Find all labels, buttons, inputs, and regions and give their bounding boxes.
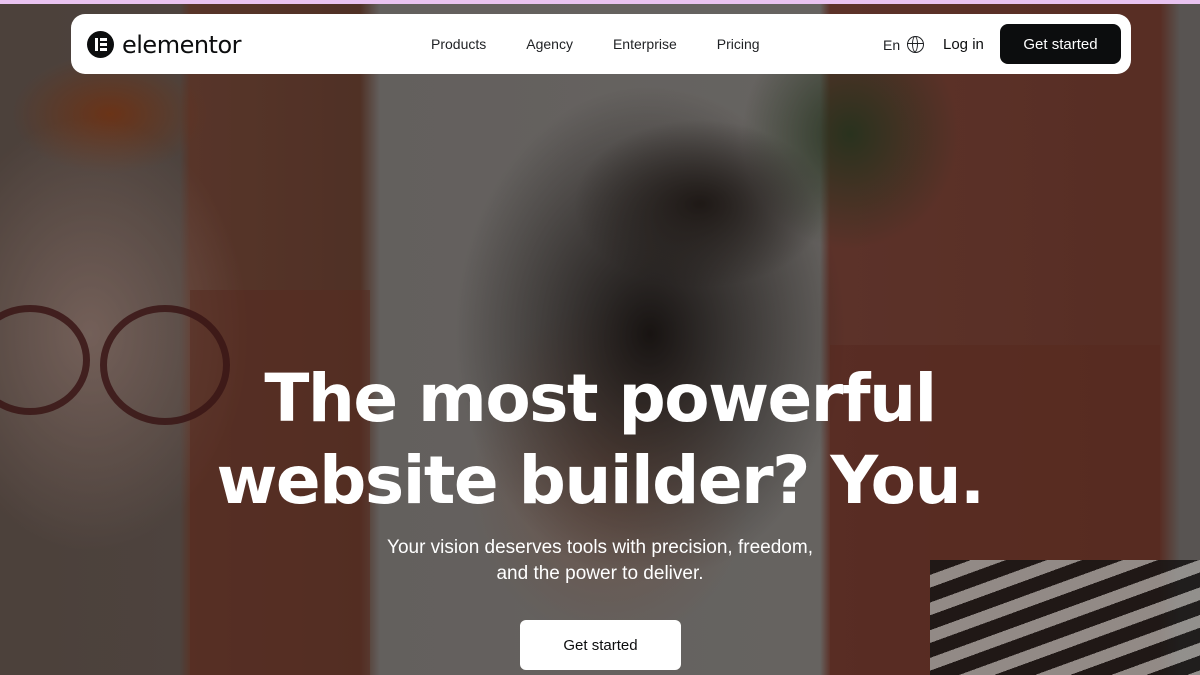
hero-headline-line-2: website builder? You. <box>216 442 985 519</box>
hero-section: The most powerful website builder? You. … <box>0 0 1200 675</box>
nav-link-enterprise[interactable]: Enterprise <box>613 36 677 52</box>
brand-name: elementor <box>122 30 242 59</box>
hero-subtext-line-1: Your vision deserves tools with precisio… <box>387 537 813 558</box>
login-link[interactable]: Log in <box>943 36 984 53</box>
nav-link-products[interactable]: Products <box>431 36 486 52</box>
hero-get-started-button[interactable]: Get started <box>520 620 681 670</box>
brand-logo[interactable]: elementor <box>87 30 242 59</box>
nav-link-agency[interactable]: Agency <box>526 36 573 52</box>
top-navbar: elementor Products Agency Enterprise Pri… <box>71 14 1131 74</box>
language-selector[interactable]: En <box>883 36 925 53</box>
nav-link-pricing[interactable]: Pricing <box>717 36 760 52</box>
language-label: En <box>883 36 901 53</box>
elementor-logo-icon <box>87 31 114 58</box>
nav-get-started-button[interactable]: Get started <box>1000 24 1121 64</box>
hero-subtext: Your vision deserves tools with precisio… <box>300 535 900 587</box>
hero-headline-line-1: The most powerful <box>264 360 937 437</box>
hero-subtext-line-2: and the power to deliver. <box>496 563 704 584</box>
nav-links: Products Agency Enterprise Pricing <box>431 14 760 74</box>
globe-icon <box>907 36 925 53</box>
hero-headline: The most powerful website builder? You. <box>0 358 1200 522</box>
